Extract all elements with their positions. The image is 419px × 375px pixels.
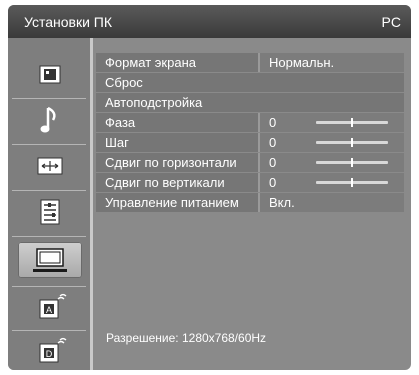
menu-row-label: Сдвиг по вертикали [105,175,225,190]
sidebar-separator [12,236,86,237]
sidebar-separator [12,286,86,287]
sidebar-separator [12,330,86,331]
menu-row-value: Вкл. [269,195,295,210]
menu-row-label: Управление питанием [105,195,239,210]
sidebar-item-setup[interactable] [18,194,82,230]
slider-knob[interactable] [351,158,353,167]
svg-text:D: D [46,349,53,359]
menu-row-label: Фаза [105,115,136,130]
menu-row-power-management[interactable]: Управление питанием Вкл. [96,193,404,212]
screen-size-icon [18,148,82,184]
value-cell: 0 [260,133,404,152]
pitch-slider[interactable] [316,138,388,147]
menu-row-value: 0 [269,115,277,130]
menu-row-label: Формат экрана [105,55,196,70]
digital-input-icon: D [18,334,82,370]
menu-row-label: Шаг [105,135,129,150]
menu-row-value: 0 [269,135,277,150]
slider-knob[interactable] [351,138,353,147]
value-cell: Вкл. [260,193,404,212]
sidebar-item-digital-input[interactable]: D [18,334,82,370]
slider-knob[interactable] [351,178,353,187]
menu-row-label: Сдвиг по горизонтали [105,155,237,170]
input-source-label: PC [381,14,401,30]
menu-row-auto-adjust[interactable]: Автоподстройка [96,93,404,112]
sidebar-item-picture[interactable] [18,58,82,94]
value-cell: Нормальн. [260,53,404,72]
slider-knob[interactable] [351,118,353,127]
svg-text:A: A [46,305,52,315]
horizontal-shift-slider[interactable] [316,158,388,167]
menu-row-value: 0 [269,175,277,190]
sidebar-item-pc[interactable] [18,242,82,278]
sidebar-separator [12,190,86,191]
menu-row-label: Сброс [105,75,143,90]
menu-row-value: Нормальн. [269,55,335,70]
value-cell: 0 [260,113,404,132]
menu-row-vertical-shift[interactable]: Сдвиг по вертикали 0 [96,173,404,192]
menu-row-phase[interactable]: Фаза 0 [96,113,404,132]
title-bar: Установки ПК PC [8,5,411,38]
menu-row-horizontal-shift[interactable]: Сдвиг по горизонтали 0 [96,153,404,172]
panel-divider [90,38,93,370]
settings-list-icon [18,194,82,230]
menu-row-label: Автоподстройка [105,95,203,110]
phase-slider[interactable] [316,118,388,127]
sidebar-item-analog-input[interactable]: A [18,290,82,326]
vertical-shift-slider[interactable] [316,178,388,187]
menu-row-screen-format[interactable]: Формат экрана Нормальн. [96,53,404,72]
sidebar-separator [12,98,86,99]
value-cell: 0 [260,173,404,192]
pc-monitor-icon [18,242,82,278]
sidebar: A D [8,38,90,370]
sidebar-separator [12,144,86,145]
resolution-info: Разрешение: 1280x768/60Hz [106,331,267,345]
sidebar-item-sound[interactable] [18,102,82,138]
picture-icon [18,58,82,94]
music-note-icon [18,102,82,138]
analog-input-icon: A [18,290,82,326]
menu-title: Установки ПК [24,14,113,30]
menu-row-pitch[interactable]: Шаг 0 [96,133,404,152]
menu-row-value: 0 [269,155,277,170]
sidebar-item-screen[interactable] [18,148,82,184]
pc-settings-menu: Формат экрана Нормальн. Сброс Автоподстр… [96,53,404,213]
value-cell: 0 [260,153,404,172]
osd-window: Установки ПК PC A D Формат экрана Нормал… [8,5,411,370]
menu-row-reset[interactable]: Сброс [96,73,404,92]
